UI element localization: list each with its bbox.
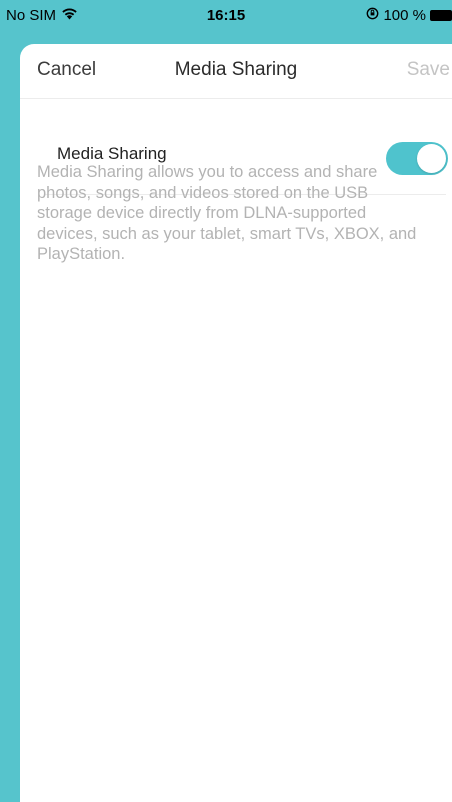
- status-right: 100 %: [366, 7, 452, 24]
- save-button[interactable]: Save: [407, 59, 450, 81]
- orientation-lock-icon: [366, 7, 379, 24]
- status-bar: No SIM 16:15 100 %: [0, 0, 452, 32]
- modal-sheet: Cancel Media Sharing Save Media Sharing: [20, 44, 452, 802]
- media-sharing-description: Media Sharing allows you to access and s…: [37, 163, 417, 263]
- media-sharing-label: Media Sharing: [57, 144, 167, 163]
- page-title: Media Sharing: [174, 59, 298, 80]
- battery-percentage: 100 %: [383, 7, 426, 24]
- battery-icon: [430, 10, 452, 21]
- toggle-knob: [417, 144, 446, 173]
- navigation-bar: Cancel Media Sharing Save: [20, 44, 452, 99]
- background-edge: [0, 0, 20, 802]
- app-screen: No SIM 16:15 100 % Cancel Media Sharing …: [0, 0, 452, 802]
